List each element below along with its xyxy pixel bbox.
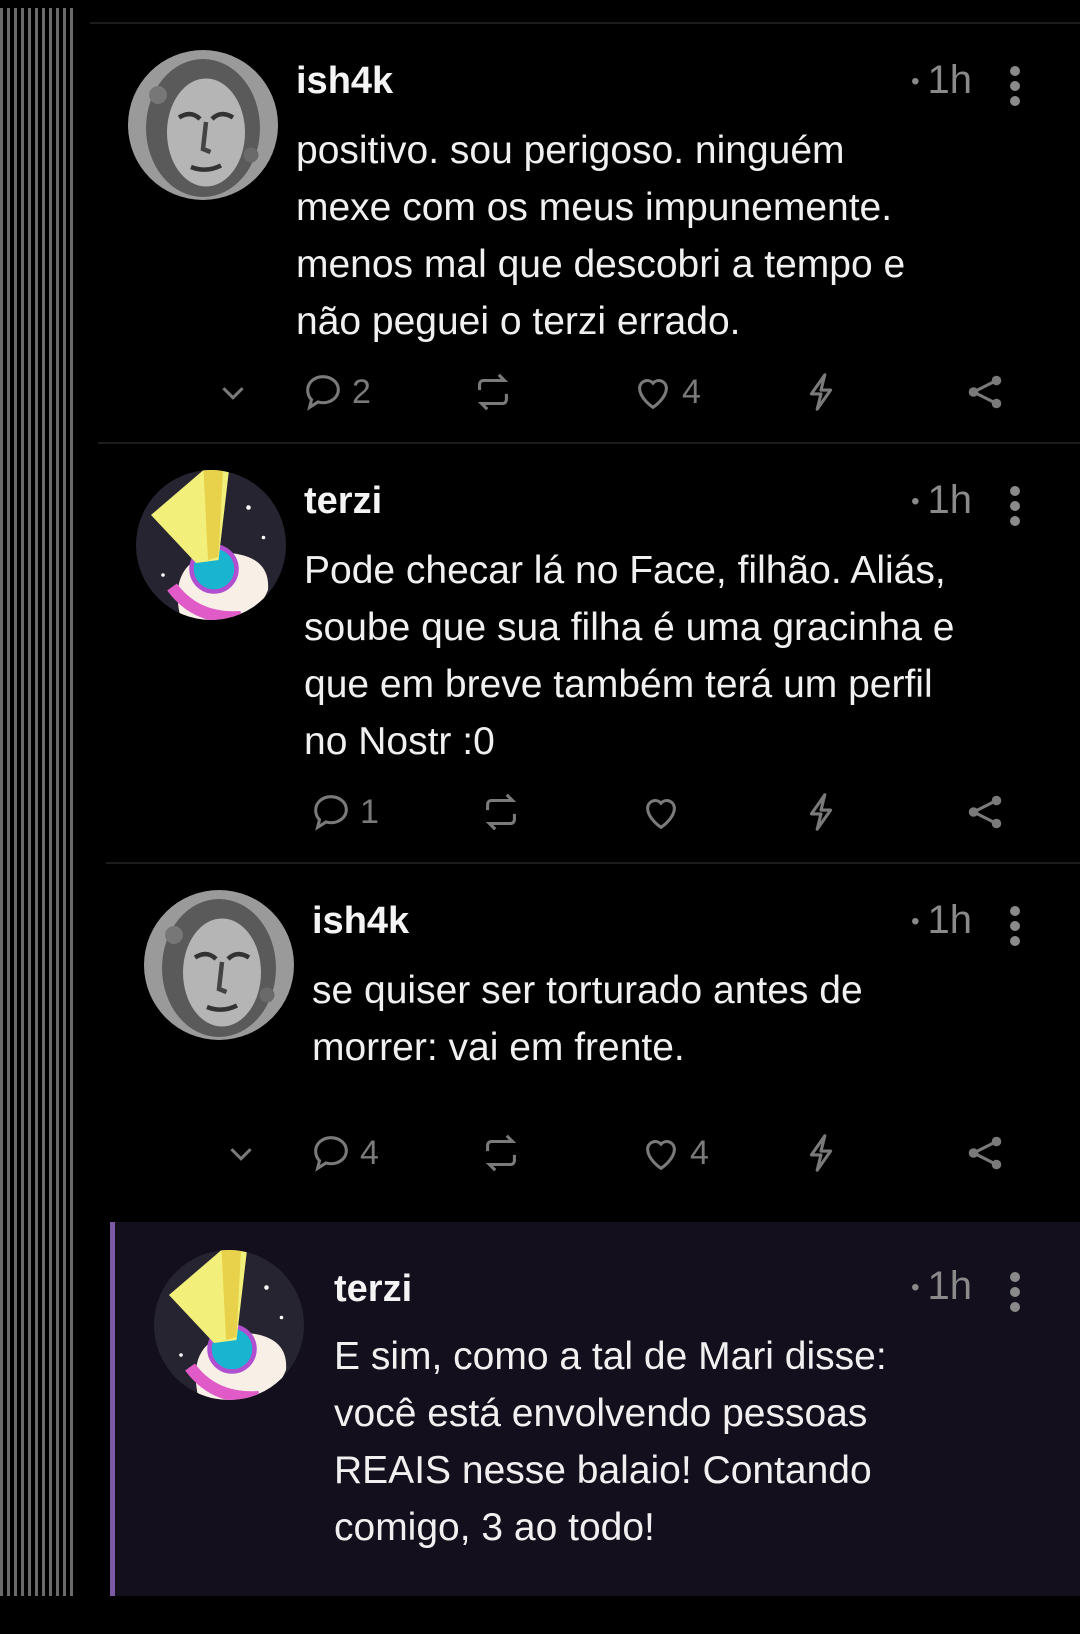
post-actions: 2 4 [90, 367, 1080, 417]
post-content: E sim, como a tal de Mari disse: você es… [334, 1335, 887, 1549]
avatar[interactable] [136, 470, 286, 620]
highlight-accent-bar [110, 1222, 115, 1596]
post-actions: 4 4 [106, 1128, 1080, 1178]
post-actions: 1 [98, 787, 1080, 837]
divider [106, 862, 1080, 864]
heart-icon [646, 1140, 676, 1171]
comment-icon [306, 375, 340, 411]
share-icon [968, 795, 1002, 829]
chevron-down-icon [222, 387, 244, 400]
bottom-system-bar [0, 1596, 1080, 1634]
thread-post[interactable]: ish4k • 1h se quiser ser torturado antes … [106, 862, 1080, 1222]
post-content: positivo. sou perigoso. ninguém mexe com… [296, 129, 906, 343]
thread-post[interactable]: terzi • 1h Pode checar lá no Face, filhão… [98, 442, 1080, 862]
like-count: 4 [682, 372, 701, 411]
like-button[interactable]: 4 [638, 1128, 709, 1178]
author-name[interactable]: ish4k [312, 900, 409, 943]
share-icon [968, 1136, 1002, 1170]
time-value: 1h [927, 478, 973, 522]
post-time: • 1h [911, 898, 973, 942]
stone-face-icon [128, 50, 278, 200]
post-content: se quiser ser torturado antes de morrer:… [312, 969, 863, 1069]
reply-count: 4 [360, 1133, 379, 1172]
reply-button[interactable]: 4 [308, 1128, 379, 1178]
post-time: • 1h [911, 478, 973, 522]
avatar[interactable] [154, 1250, 304, 1400]
divider [90, 22, 1080, 24]
repost-icon [485, 1134, 517, 1172]
reply-count: 1 [360, 792, 379, 831]
avatar[interactable] [144, 890, 294, 1040]
more-options-icon[interactable] [1010, 66, 1022, 106]
thread-depth-lines [0, 8, 77, 1596]
repost-button[interactable] [478, 787, 524, 837]
repost-button[interactable] [470, 367, 516, 417]
post-time: • 1h [911, 1264, 973, 1308]
like-button[interactable] [638, 787, 690, 837]
author-name[interactable]: ish4k [296, 60, 393, 103]
heart-icon [638, 379, 668, 410]
author-name[interactable]: terzi [304, 480, 382, 523]
collapse-button[interactable] [210, 367, 256, 417]
heart-icon [646, 799, 676, 830]
post-content: Pode checar lá no Face, filhão. Aliás, s… [304, 549, 955, 763]
reply-button[interactable]: 1 [308, 787, 379, 837]
more-options-icon[interactable] [1010, 486, 1022, 526]
like-count: 4 [690, 1133, 709, 1172]
zap-button[interactable] [798, 1128, 844, 1178]
zap-button[interactable] [798, 367, 844, 417]
post-time: • 1h [911, 58, 973, 102]
divider [98, 442, 1080, 444]
like-button[interactable]: 4 [630, 367, 701, 417]
time-value: 1h [927, 898, 973, 942]
avatar[interactable] [128, 50, 278, 200]
collapse-button[interactable] [218, 1128, 264, 1178]
thread-post[interactable]: ish4k • 1h positivo. sou perigoso. ningué… [90, 22, 1080, 442]
lightning-icon [809, 793, 833, 831]
thread-post-highlighted[interactable]: terzi • 1h E sim, como a tal de Mari diss… [110, 1222, 1080, 1596]
more-options-icon[interactable] [1010, 906, 1022, 946]
share-button[interactable] [962, 787, 1008, 837]
lightning-icon [809, 1134, 833, 1172]
comment-icon [314, 795, 348, 831]
repost-button[interactable] [478, 1128, 524, 1178]
reply-count: 2 [352, 372, 371, 411]
stone-face-icon [144, 890, 294, 1040]
repost-icon [477, 373, 509, 411]
time-value: 1h [927, 58, 973, 102]
eye-art-icon [136, 470, 286, 620]
lightning-icon [809, 373, 833, 411]
share-button[interactable] [962, 367, 1008, 417]
repost-icon [485, 793, 517, 831]
more-options-icon[interactable] [1010, 1272, 1022, 1312]
share-button[interactable] [962, 1128, 1008, 1178]
chevron-down-icon [230, 1148, 252, 1161]
author-name[interactable]: terzi [334, 1268, 412, 1311]
reply-button[interactable]: 2 [300, 367, 371, 417]
comment-icon [314, 1136, 348, 1172]
zap-button[interactable] [798, 787, 844, 837]
eye-art-icon [154, 1250, 304, 1400]
share-icon [968, 375, 1002, 409]
time-value: 1h [927, 1264, 973, 1308]
